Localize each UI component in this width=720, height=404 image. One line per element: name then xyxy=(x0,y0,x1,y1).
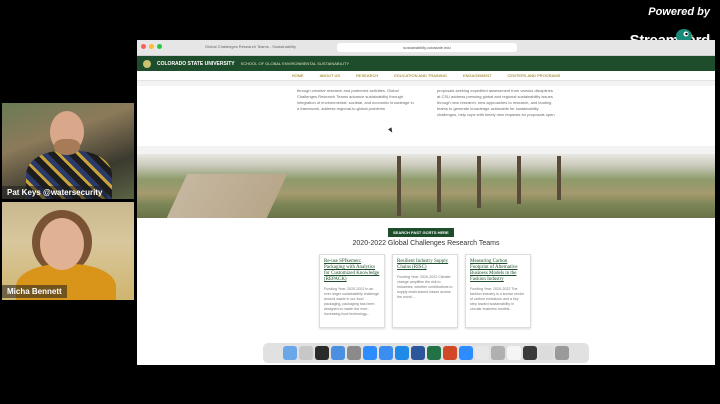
participant-name: Pat Keys @watersecurity xyxy=(2,186,108,199)
team-card-body: Funding Year: 2020-2022 In an ever large… xyxy=(324,287,380,316)
csu-logo-icon[interactable] xyxy=(143,59,151,68)
browser-tab[interactable]: Global Challenges Research Teams - Susta… xyxy=(205,44,296,49)
fence-post xyxy=(557,156,561,200)
intro-text-left: through creative research and partnered … xyxy=(297,88,414,111)
hero-image xyxy=(137,154,715,218)
school-name[interactable]: SCHOOL OF GLOBAL ENVIRONMENTAL SUSTAINAB… xyxy=(241,61,350,66)
folder-icon[interactable] xyxy=(539,346,553,360)
intro-section: through creative research and partnered … xyxy=(137,86,715,146)
maximize-window-icon[interactable] xyxy=(157,44,162,49)
macos-dock xyxy=(263,343,589,363)
appstore-icon[interactable] xyxy=(379,346,393,360)
photos-icon[interactable] xyxy=(475,346,489,360)
minimize-window-icon[interactable] xyxy=(149,44,154,49)
search-past-gcrts-button[interactable]: SEARCH PAST GCRTS HERE xyxy=(388,228,454,237)
team-card-title[interactable]: Resilient Industry Supply Chains (RISC) xyxy=(397,259,453,271)
participant-face xyxy=(40,218,84,270)
powerpoint-icon[interactable] xyxy=(443,346,457,360)
close-window-icon[interactable] xyxy=(141,44,146,49)
window-icon[interactable] xyxy=(523,346,537,360)
settings-icon[interactable] xyxy=(347,346,361,360)
dirt-path xyxy=(166,174,288,218)
team-card-body: Funding Year: 2020-2022 The fashion indu… xyxy=(470,287,524,311)
site-nav: HOME ABOUT US RESEARCH EDUCATION AND TRA… xyxy=(137,71,715,81)
team-card-title[interactable]: Re-use SPIkemen: Packaging with Analytic… xyxy=(324,259,380,283)
nav-engagement[interactable]: ENGAGEMENT xyxy=(463,73,491,78)
chrome-icon[interactable] xyxy=(331,346,345,360)
powered-by-label: Powered by xyxy=(648,6,710,18)
nav-centers[interactable]: CENTERS AND PROGRAMS xyxy=(507,73,560,78)
docs-icon[interactable] xyxy=(507,346,521,360)
zoom-icon[interactable] xyxy=(363,346,377,360)
window-controls[interactable] xyxy=(141,44,162,49)
browser-chrome: Global Challenges Research Teams - Susta… xyxy=(137,40,715,56)
nav-education[interactable]: EDUCATION AND TRAINING xyxy=(394,73,447,78)
excel-icon[interactable] xyxy=(427,346,441,360)
terminal-icon[interactable] xyxy=(315,346,329,360)
fence-post xyxy=(477,156,481,208)
site-header: COLORADO STATE UNIVERSITY SCHOOL OF GLOB… xyxy=(137,56,715,71)
safari-icon[interactable] xyxy=(395,346,409,360)
finder-icon[interactable] xyxy=(283,346,297,360)
zoom-app-icon[interactable] xyxy=(459,346,473,360)
team-card-body: Funding Year: 2020-2022 Climate change a… xyxy=(397,275,453,299)
research-teams-section: SEARCH PAST GCRTS HERE 2020-2022 Global … xyxy=(137,218,715,365)
url-bar[interactable]: sustainability.colostate.edu xyxy=(337,43,517,52)
section-title: 2020-2022 Global Challenges Research Tea… xyxy=(352,240,500,247)
participant-name: Micha Bennett xyxy=(2,285,67,298)
streamyard-stage: Pat Keys @watersecurity Micha Bennett Po… xyxy=(0,0,720,404)
fence-post xyxy=(517,156,521,204)
nav-research[interactable]: RESEARCH xyxy=(356,73,378,78)
intro-text-right: proposals seeking expedited assessment f… xyxy=(437,88,555,117)
team-card[interactable]: Measuring Carbon Footprint of Alternativ… xyxy=(465,254,531,328)
participant-tile: Pat Keys @watersecurity xyxy=(2,103,134,199)
fence-post xyxy=(397,156,401,216)
team-card[interactable]: Re-use SPIkemen: Packaging with Analytic… xyxy=(319,254,385,328)
launchpad-icon[interactable] xyxy=(299,346,313,360)
nav-about-us[interactable]: ABOUT US xyxy=(320,73,340,78)
nav-home[interactable]: HOME xyxy=(292,73,304,78)
participant-beard xyxy=(54,139,80,155)
university-name[interactable]: COLORADO STATE UNIVERSITY xyxy=(157,61,235,67)
shared-screen: Global Challenges Research Teams - Susta… xyxy=(137,40,715,365)
team-card[interactable]: Resilient Industry Supply Chains (RISC) … xyxy=(392,254,458,328)
fence-post xyxy=(437,156,441,212)
preview-icon[interactable] xyxy=(491,346,505,360)
trash-icon[interactable] xyxy=(555,346,569,360)
word-icon[interactable] xyxy=(411,346,425,360)
team-card-title[interactable]: Measuring Carbon Footprint of Alternativ… xyxy=(470,259,526,283)
participant-tile: Micha Bennett xyxy=(2,202,134,300)
